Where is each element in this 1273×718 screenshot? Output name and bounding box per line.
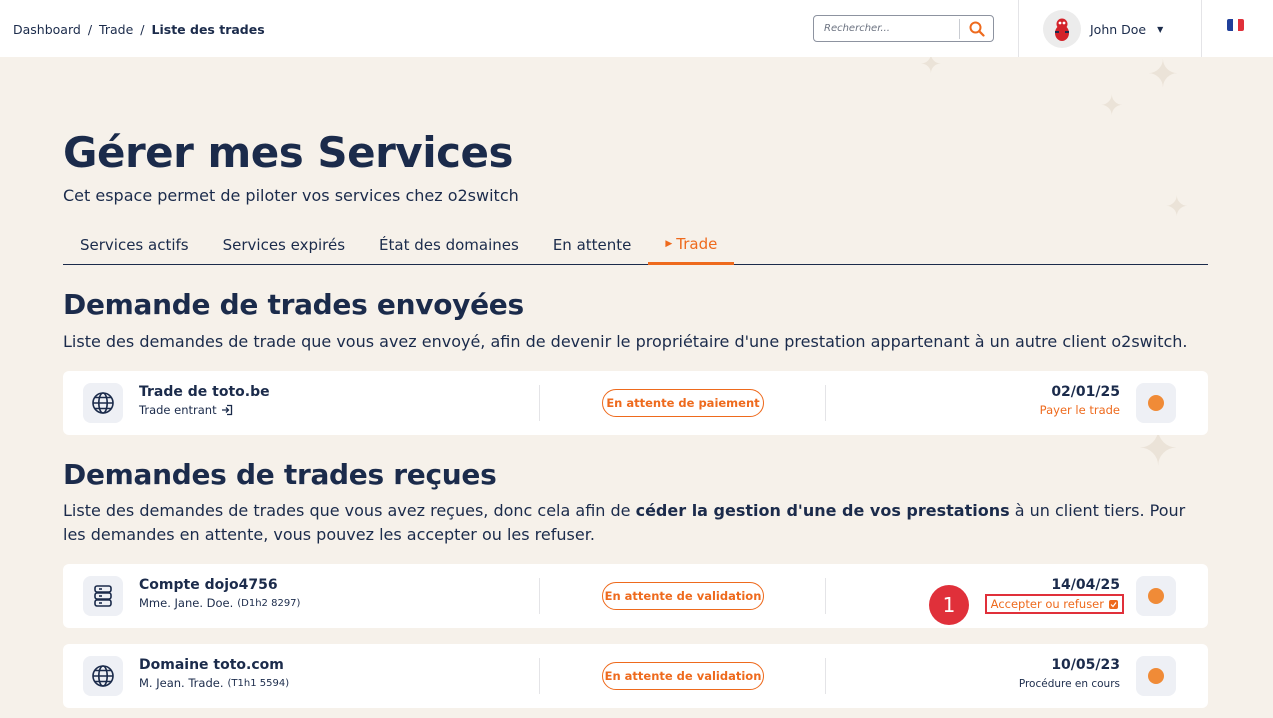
breadcrumb-separator: / [87, 22, 93, 37]
mascot-avatar-icon [1055, 18, 1069, 41]
tab-services-expires[interactable]: Services expirés [206, 226, 362, 264]
received-trade-card: Compte dojo4756 Mme. Jane. Doe. (D1h2 82… [63, 564, 1208, 628]
accept-or-refuse-label: Accepter ou refuser [990, 597, 1104, 611]
server-icon [94, 585, 112, 607]
search-box [813, 15, 994, 42]
received-trade-card: Domaine toto.com M. Jean. Trade. (T1h1 5… [63, 644, 1208, 708]
trade-owner-id: (T1h1 5594) [227, 677, 290, 689]
sparkle-decoration: ✦ [1147, 52, 1179, 96]
trade-sub: Mme. Jane. Doe. (D1h2 8297) [139, 596, 300, 610]
accept-or-refuse-link[interactable]: Accepter ou refuser [984, 594, 1124, 614]
received-trades-title: Demandes de trades reçues [63, 458, 497, 491]
trade-name: Compte dojo4756 [139, 577, 278, 593]
trade-sub: Trade entrant [139, 403, 233, 417]
breadcrumb-item-dashboard[interactable]: Dashboard [13, 22, 81, 37]
trade-date: 14/04/25 [1051, 577, 1120, 593]
status-dot [1148, 668, 1164, 684]
pay-trade-link[interactable]: Payer le trade [1040, 403, 1120, 417]
trade-owner-id: (D1h2 8297) [237, 597, 301, 609]
chevron-down-icon: ▼ [1157, 24, 1164, 34]
card-divider [825, 385, 826, 421]
status-badge: En attente de validation [602, 582, 764, 610]
card-divider [825, 658, 826, 694]
status-dot [1148, 588, 1164, 604]
status-badge: En attente de paiement [602, 389, 764, 417]
trade-name: Trade de toto.be [139, 384, 270, 400]
trade-sub: M. Jean. Trade. (T1h1 5594) [139, 676, 289, 690]
trade-date: 02/01/25 [1051, 384, 1120, 400]
user-name: John Doe [1090, 21, 1147, 37]
breadcrumb: Dashboard / Trade / Liste des trades [13, 22, 265, 37]
avatar [1043, 10, 1081, 48]
description-bold: céder la gestion d'une de vos prestation… [635, 501, 1010, 520]
description-text: Liste des demandes de trades que vous av… [63, 501, 636, 520]
procedure-status-text: Procédure en cours [1018, 678, 1120, 690]
header-divider [1018, 0, 1019, 57]
breadcrumb-separator: / [140, 22, 145, 37]
search-input[interactable] [814, 23, 959, 34]
trade-owner: M. Jean. Trade. [139, 676, 224, 690]
card-divider [539, 578, 540, 614]
status-dot [1148, 395, 1164, 411]
page-subtitle: Cet espace permet de piloter vos service… [63, 186, 519, 205]
trade-name: Domaine toto.com [139, 657, 284, 673]
sent-trades-description: Liste des demandes de trade que vous ave… [63, 332, 1188, 351]
tab-services-actifs[interactable]: Services actifs [63, 226, 206, 264]
card-divider [539, 658, 540, 694]
trade-direction: Trade entrant [139, 403, 217, 417]
sign-in-icon [221, 404, 232, 416]
user-menu[interactable]: John Doe ▼ [1043, 10, 1163, 48]
status-indicator-button[interactable] [1136, 383, 1176, 423]
globe-icon [92, 392, 114, 414]
status-badge: En attente de validation [602, 662, 764, 690]
card-divider [825, 578, 826, 614]
fr-flag-icon[interactable] [1227, 19, 1244, 31]
page-title: Gérer mes Services [63, 128, 513, 177]
trade-date: 10/05/23 [1051, 657, 1120, 673]
header-divider [1201, 0, 1202, 57]
received-trades-description: Liste des demandes de trades que vous av… [63, 499, 1208, 547]
trade-owner: Mme. Jane. Doe. [139, 596, 234, 610]
status-indicator-button[interactable] [1136, 576, 1176, 616]
service-tabs: Services actifs Services expirés État de… [63, 226, 1208, 265]
status-indicator-button[interactable] [1136, 656, 1176, 696]
top-bar: Dashboard / Trade / Liste des trades Rec… [0, 0, 1273, 57]
breadcrumb-current: Liste des trades [151, 22, 265, 37]
card-icon [83, 383, 123, 423]
card-icon [83, 576, 123, 616]
sent-trades-title: Demande de trades envoyées [63, 288, 524, 321]
checkbox-icon [1109, 599, 1118, 609]
sparkle-decoration: ✦ [1165, 190, 1189, 223]
card-divider [539, 385, 540, 421]
search-icon [969, 21, 985, 37]
globe-icon [92, 665, 114, 687]
tab-en-attente[interactable]: En attente [536, 226, 649, 264]
sparkle-decoration: ✦ [1100, 89, 1124, 122]
card-icon [83, 656, 123, 696]
breadcrumb-item-trade[interactable]: Trade [99, 22, 133, 37]
tab-etat-des-domaines[interactable]: État des domaines [362, 226, 536, 264]
tab-trade[interactable]: ▶ Trade [648, 226, 735, 265]
tab-trade-label: Trade [676, 235, 718, 253]
sent-trade-card: Trade de toto.be Trade entrant En attent… [63, 371, 1208, 435]
caret-right-icon: ▶ [665, 239, 673, 249]
step-marker: 1 [929, 585, 969, 625]
search-button[interactable] [960, 21, 993, 37]
